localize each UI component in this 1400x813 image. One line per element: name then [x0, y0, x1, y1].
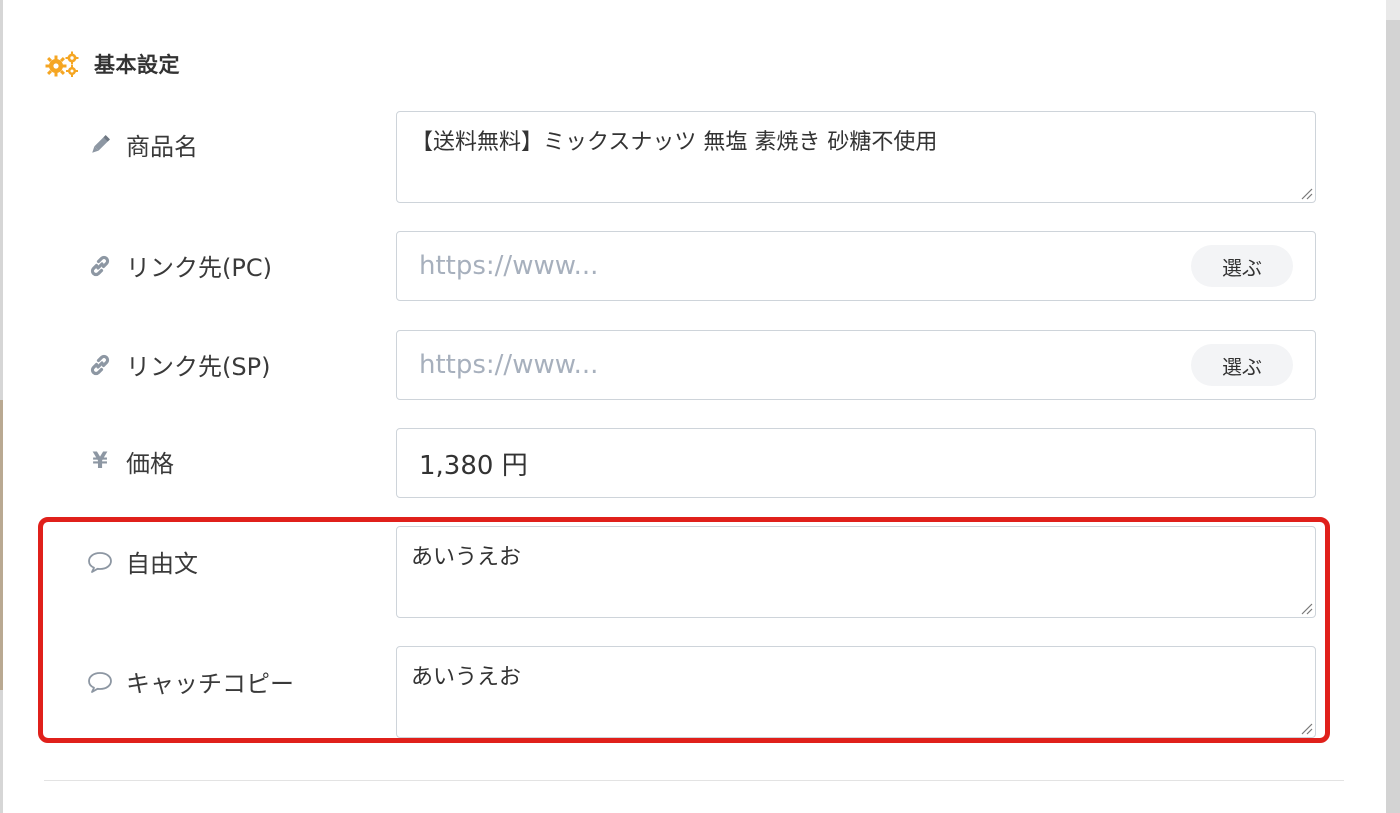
- section-title: 基本設定: [94, 53, 180, 77]
- pencil-icon: [86, 131, 114, 159]
- product-name-textarea[interactable]: 【送料無料】ミックスナッツ 無塩 素焼き 砂糖不使用: [396, 111, 1316, 203]
- yen-icon: ¥: [86, 448, 114, 476]
- link-pc-input[interactable]: https://www... 選ぶ: [396, 231, 1316, 301]
- vertical-scrollbar[interactable]: [1386, 0, 1400, 813]
- free-text-value: あいうえお: [411, 545, 522, 570]
- free-text-label-text: 自由文: [126, 550, 198, 578]
- link-pc-label-text: リンク先(PC): [126, 254, 272, 282]
- link-sp-label: リンク先(SP): [86, 347, 270, 382]
- catch-copy-textarea[interactable]: あいうえお: [396, 646, 1316, 738]
- price-label-text: 価格: [126, 450, 174, 478]
- link-sp-choose-button[interactable]: 選ぶ: [1191, 344, 1293, 386]
- catch-copy-label-text: キャッチコピー: [126, 670, 294, 698]
- scrollbar-thumb[interactable]: [1386, 20, 1400, 813]
- speech-bubble-icon: [86, 548, 114, 576]
- product-name-value: 【送料無料】ミックスナッツ 無塩 素焼き 砂糖不使用: [411, 130, 938, 155]
- speech-bubble-icon: [86, 668, 114, 696]
- link-pc-choose-button[interactable]: 選ぶ: [1191, 245, 1293, 287]
- price-value: 1,380 円: [419, 450, 528, 481]
- yen-glyph: ¥: [92, 449, 108, 474]
- link-icon: [86, 351, 114, 379]
- price-input[interactable]: 1,380 円: [396, 428, 1316, 498]
- resize-grip-icon[interactable]: [1299, 721, 1313, 735]
- free-text-textarea[interactable]: あいうえお: [396, 526, 1316, 618]
- catch-copy-label: キャッチコピー: [86, 664, 294, 699]
- resize-grip-icon[interactable]: [1299, 186, 1313, 200]
- settings-panel: 基本設定 商品名 【送料無料】ミックスナッツ 無塩 素焼き 砂糖不使用 リンク先…: [0, 0, 1400, 813]
- background-photo-strip: [0, 400, 3, 690]
- link-sp-label-text: リンク先(SP): [126, 353, 271, 381]
- product-name-label-text: 商品名: [126, 133, 198, 161]
- link-icon: [86, 252, 114, 280]
- link-sp-placeholder: https://www...: [419, 350, 599, 380]
- product-name-label: 商品名: [86, 127, 198, 162]
- link-sp-input[interactable]: https://www... 選ぶ: [396, 330, 1316, 400]
- link-pc-label: リンク先(PC): [86, 248, 272, 283]
- resize-grip-icon[interactable]: [1299, 601, 1313, 615]
- gears-icon: [44, 50, 80, 78]
- link-pc-placeholder: https://www...: [419, 251, 599, 281]
- section-divider: [44, 780, 1344, 781]
- section-header: 基本設定: [44, 48, 180, 80]
- left-window-edge: [0, 0, 3, 813]
- price-label: ¥ 価格: [86, 444, 174, 479]
- free-text-label: 自由文: [86, 544, 198, 579]
- catch-copy-value: あいうえお: [411, 665, 522, 690]
